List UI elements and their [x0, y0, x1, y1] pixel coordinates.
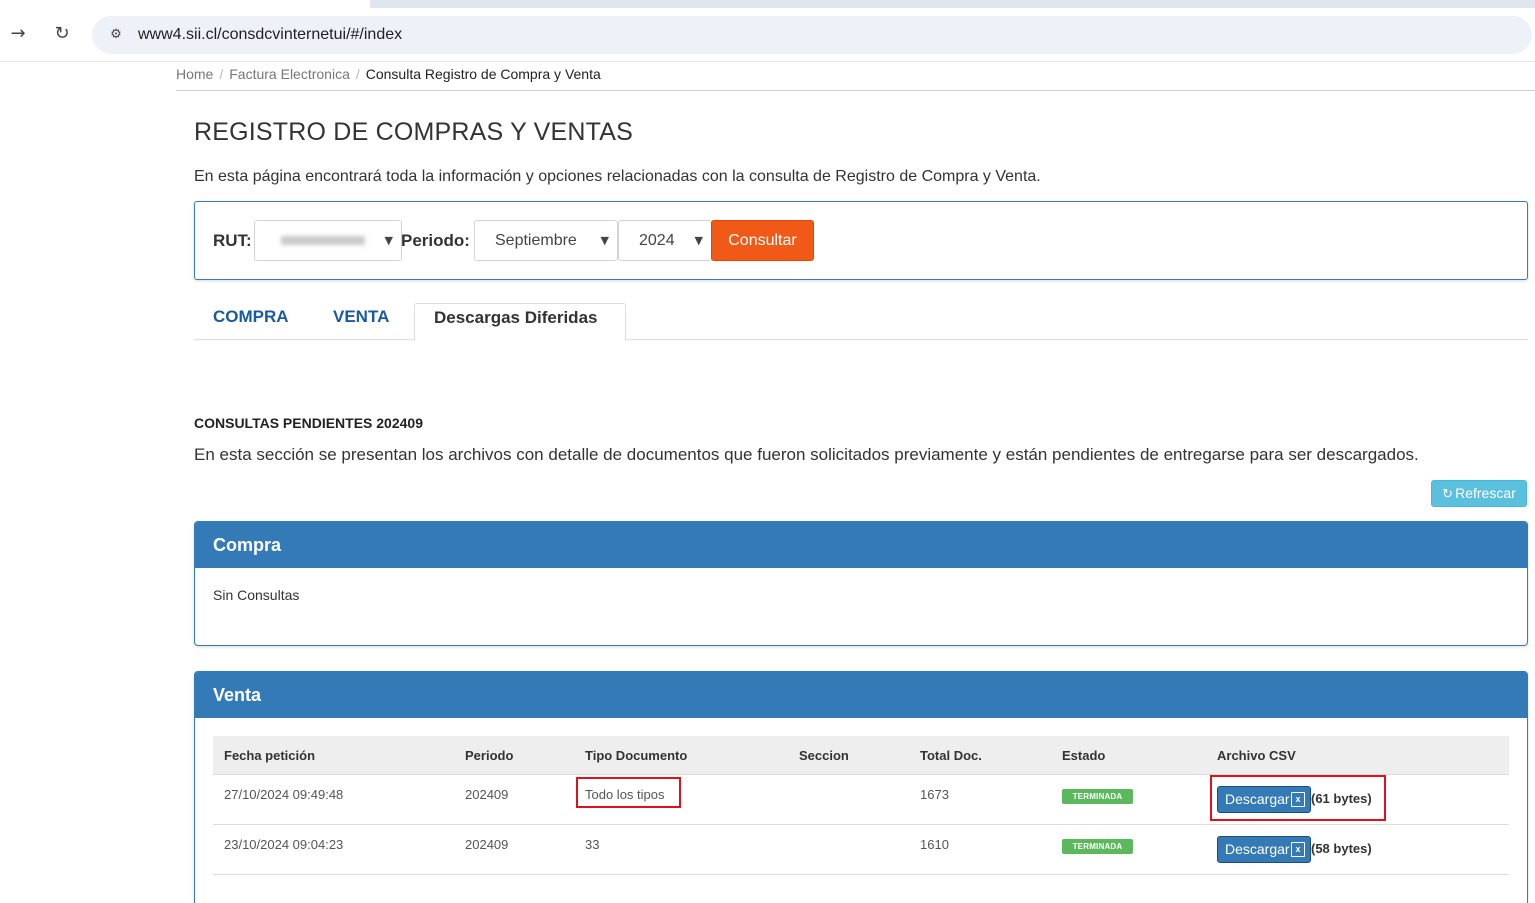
compra-empty-text: Sin Consultas — [213, 587, 300, 603]
status-badge: TERMINADA — [1062, 839, 1133, 854]
cell-fecha: 27/10/2024 09:49:48 — [224, 787, 344, 802]
file-size: (58 bytes) — [1311, 841, 1372, 856]
table-row: 23/10/2024 09:04:23 202409 33 1610 TERMI… — [213, 825, 1509, 875]
download-button[interactable]: Descargar x — [1217, 836, 1311, 863]
venta-panel: Venta Fecha petición Periodo Tipo Docume… — [194, 671, 1528, 903]
highlight-box-tipo — [576, 777, 681, 808]
reload-icon[interactable]: ↻ — [50, 22, 74, 46]
forward-icon[interactable]: → — [6, 22, 30, 46]
venta-panel-title: Venta — [195, 672, 1527, 718]
venta-table: Fecha petición Periodo Tipo Documento Se… — [213, 736, 1509, 875]
refresh-button[interactable]: ↻ Refrescar — [1431, 480, 1527, 507]
table-row: 27/10/2024 09:49:48 202409 Todo los tipo… — [213, 775, 1509, 825]
page-description: En esta página encontrará toda la inform… — [194, 168, 1041, 185]
year-select[interactable]: 2024 ▼ — [618, 220, 712, 261]
cell-periodo: 202409 — [465, 837, 509, 852]
col-total: Total Doc. — [920, 748, 982, 763]
tab-venta[interactable]: VENTA — [333, 303, 403, 340]
col-archivo: Archivo CSV — [1217, 748, 1296, 763]
refresh-icon: ↻ — [1442, 487, 1454, 502]
periodo-label: Periodo: — [401, 231, 470, 250]
rut-label: RUT: — [213, 231, 252, 250]
site-settings-icon[interactable]: ⚙ — [106, 25, 126, 45]
cell-total: 1610 — [920, 837, 949, 852]
month-select[interactable]: Septiembre ▼ — [474, 220, 618, 261]
rut-select[interactable]: ▼ — [254, 220, 402, 261]
excel-file-icon: x — [1291, 842, 1305, 857]
page-title: REGISTRO DE COMPRAS Y VENTAS — [194, 118, 634, 146]
col-tipo: Tipo Documento — [585, 748, 688, 763]
tab-bar: COMPRA VENTA Descargas Diferidas — [194, 303, 1528, 341]
tab-compra[interactable]: COMPRA — [213, 303, 303, 340]
url-text: www4.sii.cl/consdcvinternetui/#/index — [138, 26, 403, 43]
pending-description: En esta sección se presentan los archivo… — [194, 445, 1419, 464]
compra-panel-title: Compra — [195, 522, 1527, 568]
browser-active-tab[interactable] — [0, 0, 370, 8]
browser-tabstrip — [0, 0, 1535, 8]
cell-fecha: 23/10/2024 09:04:23 — [224, 837, 344, 852]
compra-panel: Compra Sin Consultas — [194, 521, 1528, 646]
address-bar[interactable]: ⚙ www4.sii.cl/consdcvinternetui/#/index — [92, 16, 1532, 54]
year-value: 2024 — [639, 232, 675, 249]
download-label: Descargar — [1225, 841, 1290, 857]
cell-periodo: 202409 — [465, 787, 509, 802]
refresh-label: Refrescar — [1455, 485, 1516, 501]
cell-tipo: 33 — [585, 837, 600, 852]
browser-toolbar: → ↻ ⚙ www4.sii.cl/consdcvinternetui/#/in… — [0, 0, 1535, 62]
col-estado: Estado — [1062, 748, 1106, 763]
chevron-down-icon: ▼ — [384, 234, 393, 247]
breadcrumb-home[interactable]: Home — [176, 66, 213, 82]
consultar-button[interactable]: Consultar — [711, 220, 814, 261]
rut-value-redacted — [281, 236, 365, 245]
breadcrumb: Home / Factura Electronica / Consulta Regist… — [176, 64, 1535, 91]
col-seccion: Seccion — [799, 748, 849, 763]
filter-panel: RUT: ▼ Periodo: Septiembre ▼ 2024 ▼ Cons… — [194, 201, 1528, 280]
col-fecha: Fecha petición — [224, 748, 316, 763]
month-value: Septiembre — [495, 232, 577, 249]
col-periodo: Periodo — [465, 748, 514, 763]
chevron-down-icon: ▼ — [600, 234, 609, 247]
pending-title: CONSULTAS PENDIENTES 202409 — [194, 415, 423, 431]
highlight-box-download — [1210, 775, 1386, 821]
breadcrumb-factura[interactable]: Factura Electronica — [229, 66, 350, 82]
tab-descargas-diferidas[interactable]: Descargas Diferidas — [414, 303, 626, 341]
table-header: Fecha petición Periodo Tipo Documento Se… — [213, 736, 1509, 775]
breadcrumb-current: Consulta Registro de Compra y Venta — [365, 66, 601, 82]
cell-total: 1673 — [920, 787, 949, 802]
chevron-down-icon: ▼ — [694, 234, 703, 247]
status-badge: TERMINADA — [1062, 789, 1133, 804]
